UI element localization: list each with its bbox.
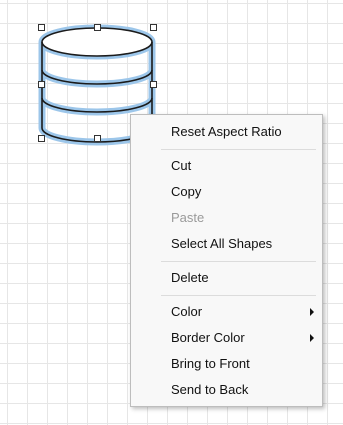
menu-item-cut[interactable]: Cut bbox=[131, 154, 322, 178]
menu-item-paste: Paste bbox=[171, 210, 205, 225]
menu-item-border-color[interactable]: Border Color bbox=[131, 326, 322, 350]
resize-handle-middle-right[interactable] bbox=[150, 81, 157, 88]
resize-handle-top-right[interactable] bbox=[150, 24, 157, 31]
triangle-right-icon bbox=[310, 334, 314, 342]
menu-separator bbox=[161, 261, 316, 262]
menu-item-color[interactable]: Color bbox=[131, 300, 322, 324]
menu-item-send-to-back[interactable]: Send to Back bbox=[131, 378, 322, 402]
menu-separator bbox=[161, 149, 316, 150]
menu-separator bbox=[161, 295, 316, 296]
triangle-right-icon bbox=[310, 308, 314, 316]
menu-item-bring-to-front[interactable]: Bring to Front bbox=[131, 352, 322, 376]
menu-item-color-label: Color bbox=[171, 304, 203, 319]
menu-item-delete[interactable]: Delete bbox=[131, 266, 322, 290]
resize-handle-bottom-left[interactable] bbox=[38, 135, 45, 142]
resize-handle-middle-left[interactable] bbox=[38, 81, 45, 88]
resize-handle-top-center[interactable] bbox=[94, 24, 101, 31]
diagram-canvas[interactable]: Reset Aspect Ratio Cut Copy Paste Select… bbox=[0, 0, 343, 425]
resize-handle-bottom-center[interactable] bbox=[94, 135, 101, 142]
menu-item-border-color-label: Border Color bbox=[171, 330, 245, 345]
menu-item-reset-aspect-ratio[interactable]: Reset Aspect Ratio bbox=[131, 120, 322, 144]
resize-handle-top-left[interactable] bbox=[38, 24, 45, 31]
context-menu: Reset Aspect Ratio Cut Copy Paste Select… bbox=[130, 114, 323, 407]
menu-item-select-all-shapes[interactable]: Select All Shapes bbox=[131, 232, 322, 256]
menu-item-copy[interactable]: Copy bbox=[131, 180, 322, 204]
